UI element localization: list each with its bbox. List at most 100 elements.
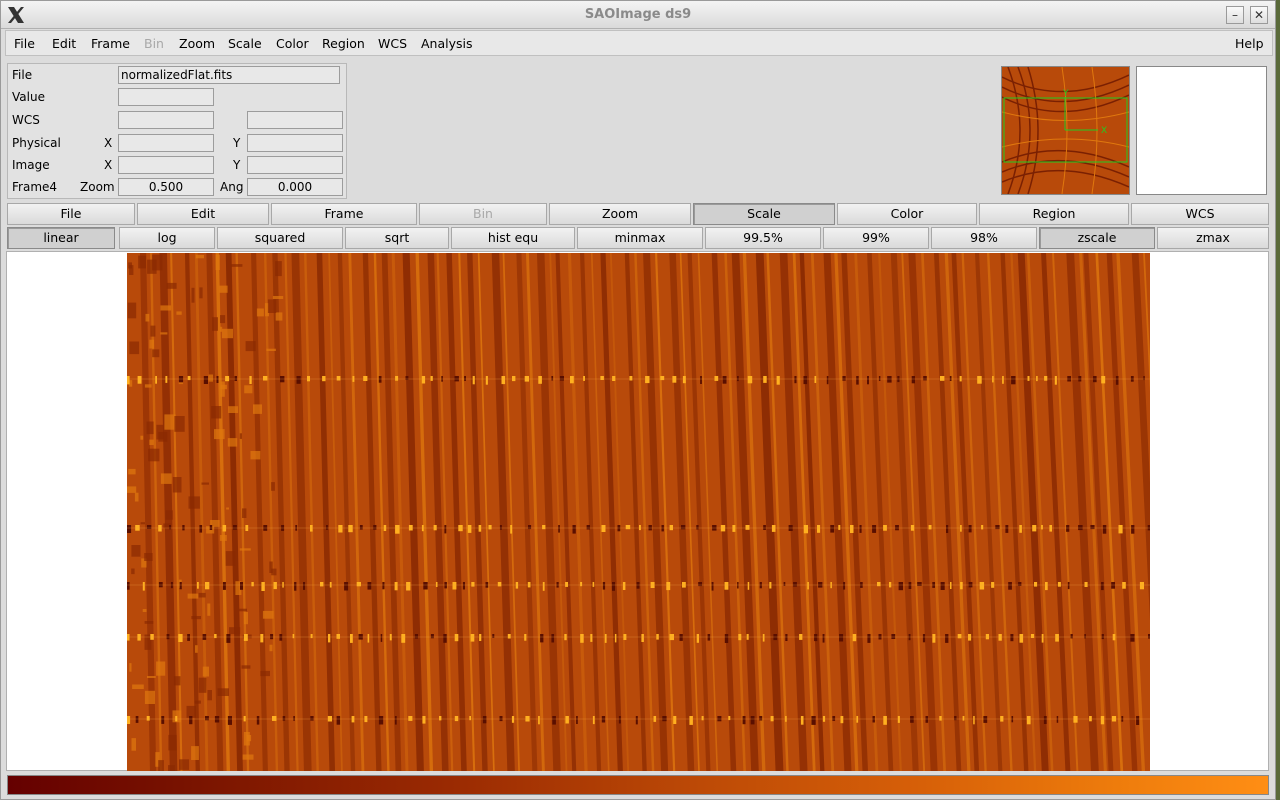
button-zoom[interactable]: Zoom <box>549 203 691 225</box>
menu-file[interactable]: File <box>14 36 35 51</box>
image-artifact-row-mark <box>542 525 546 530</box>
menu-bin[interactable]: Bin <box>144 36 164 51</box>
button-region[interactable]: Region <box>979 203 1129 225</box>
image-noise-patch <box>156 424 164 440</box>
image-artifact-row-mark <box>189 716 193 725</box>
button-wcs[interactable]: WCS <box>1131 203 1269 225</box>
menu-analysis[interactable]: Analysis <box>421 36 473 51</box>
menu-zoom[interactable]: Zoom <box>179 36 215 51</box>
menu-region[interactable]: Region <box>322 36 365 51</box>
image-noise-patch <box>191 616 201 620</box>
image-dark-stripe <box>251 253 268 771</box>
scale-log-button[interactable]: log <box>119 227 215 249</box>
image-artifact-row-mark <box>698 582 702 587</box>
image-artifact-row-mark <box>732 525 736 532</box>
colorbar[interactable] <box>7 775 1269 795</box>
image-noise-patch <box>272 296 284 299</box>
image-artifact-row-mark <box>551 376 554 381</box>
image-artifact-row-mark <box>367 582 372 590</box>
button-scale[interactable]: Scale <box>693 203 835 225</box>
menu-wcs[interactable]: WCS <box>378 36 407 51</box>
close-button[interactable]: ✕ <box>1250 6 1268 24</box>
image-artifact-row-mark <box>1070 634 1073 639</box>
image-artifact-row-mark <box>464 376 466 381</box>
image-noise-patch <box>214 429 225 440</box>
image-noise-patch <box>211 406 222 419</box>
image-noise-patch <box>266 348 276 351</box>
image-noise-patch <box>173 676 181 686</box>
wcs-field-b <box>247 111 343 129</box>
image-noise-patch <box>267 299 277 313</box>
scale-99-button[interactable]: 99% <box>823 227 929 249</box>
scale-zmax-button[interactable]: zmax <box>1157 227 1269 249</box>
scale-98-button[interactable]: 98% <box>931 227 1037 249</box>
image-artifact-row-mark <box>1130 634 1135 642</box>
image-noise-patch <box>231 264 243 267</box>
image-noise-patch <box>239 608 247 612</box>
image-artifact-row-mark <box>558 525 560 533</box>
physical-y-label: Y <box>233 136 241 150</box>
image-artifact-row-mark <box>852 634 857 642</box>
image-artifact-row-mark <box>981 525 984 530</box>
image-artifact-row-mark <box>165 376 168 383</box>
image-artifact-row-mark <box>1045 582 1048 591</box>
image-artifact-row-mark <box>814 634 818 642</box>
image-noise-patch <box>147 676 156 678</box>
image-artifact-row-mark <box>394 582 398 591</box>
button-frame[interactable]: Frame <box>271 203 417 225</box>
image-artifact-row-mark <box>540 634 544 643</box>
menu-color[interactable]: Color <box>276 36 309 51</box>
scale-minmax-button[interactable]: minmax <box>577 227 703 249</box>
button-bin[interactable]: Bin <box>419 203 547 225</box>
wcs-label: WCS <box>12 113 40 127</box>
image-noise-patch <box>144 690 155 704</box>
menu-scale[interactable]: Scale <box>228 36 262 51</box>
wcs-field-a <box>118 111 214 129</box>
image-canvas[interactable] <box>6 251 1269 771</box>
scale-zscale-button[interactable]: zscale <box>1039 227 1155 249</box>
magnifier-box <box>1136 66 1267 195</box>
physical-x-label: X <box>104 136 113 150</box>
fits-image[interactable] <box>127 253 1150 771</box>
fits-image-display[interactable] <box>127 253 1150 771</box>
button-file[interactable]: File <box>7 203 135 225</box>
menu-edit[interactable]: Edit <box>52 36 76 51</box>
scale-histequ-button[interactable]: hist equ <box>451 227 575 249</box>
image-artifact-row-mark <box>747 582 750 590</box>
image-artifact-row-mark <box>580 582 583 587</box>
minimize-button[interactable]: – <box>1226 6 1244 24</box>
zoom-field: 0.500 <box>118 178 214 196</box>
button-edit[interactable]: Edit <box>137 203 269 225</box>
image-noise-patch <box>253 404 262 414</box>
image-artifact-row-mark <box>158 582 163 588</box>
title-bar[interactable]: SAOImage ds9 – ✕ <box>1 1 1275 29</box>
image-artifact-row-mark <box>282 716 286 721</box>
image-artifact-row-mark <box>923 376 927 381</box>
panner-image[interactable]: X Y <box>1002 67 1129 194</box>
image-noise-patch <box>269 644 273 652</box>
menu-frame[interactable]: Frame <box>91 36 130 51</box>
image-noise-patch <box>144 553 153 561</box>
scale-linear-button[interactable]: linear <box>7 227 115 249</box>
scale-99-5-button[interactable]: 99.5% <box>705 227 821 249</box>
image-artifact-row-mark <box>856 376 859 385</box>
button-color[interactable]: Color <box>837 203 977 225</box>
image-artifact-row-mark <box>724 634 729 643</box>
image-artifact-row-mark <box>408 716 413 721</box>
image-artifact-row-mark <box>928 525 932 530</box>
image-noise-patch <box>172 477 182 493</box>
image-artifact-row-mark <box>405 376 409 380</box>
image-artifact-row-mark <box>1111 582 1115 589</box>
image-noise-patch <box>202 666 209 677</box>
image-noise-patch <box>160 473 172 484</box>
image-artifact-row-mark <box>742 716 746 725</box>
panner-thumbnail[interactable]: X Y <box>1001 66 1130 195</box>
scale-sqrt-button[interactable]: sqrt <box>345 227 449 249</box>
scale-squared-button[interactable]: squared <box>217 227 343 249</box>
menu-help[interactable]: Help <box>1235 36 1264 51</box>
image-artifact-row-mark <box>307 376 310 382</box>
image-artifact-row-mark <box>949 376 952 381</box>
image-artifact-row-mark <box>911 376 915 384</box>
image-artifact-row-mark <box>1084 634 1086 639</box>
image-artifact-row-mark <box>225 376 230 382</box>
